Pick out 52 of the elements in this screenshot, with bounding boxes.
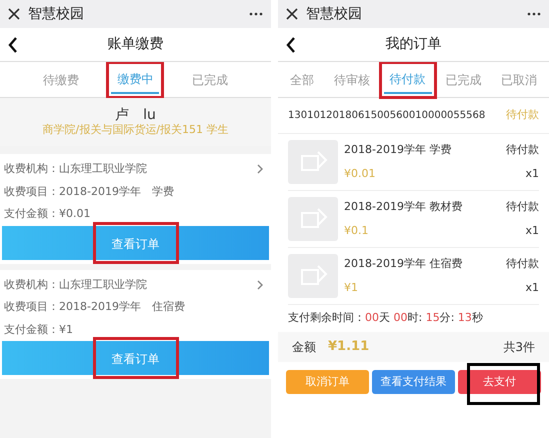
close-icon[interactable] (8, 8, 20, 20)
back-icon[interactable] (286, 36, 296, 52)
tab[interactable]: 待缴费 (37, 66, 86, 94)
institution-text: 收费机构：山东理工职业学院 (3, 161, 148, 177)
item-price: ¥1 (344, 280, 358, 296)
item-status: 待付款 (506, 198, 539, 214)
item-count: 共3件 (503, 339, 535, 356)
order-number: 1301012018061500560010000055568 (288, 109, 486, 123)
item-quantity: x1 (525, 166, 539, 182)
tab[interactable]: 待审核 (328, 66, 376, 94)
button-label: 查看订单 (112, 352, 160, 366)
student-name: 卢 lu (115, 107, 156, 123)
more-icon[interactable] (249, 12, 263, 16)
page-title: 我的订单 (386, 35, 442, 54)
total-amount: ¥1.11 (328, 338, 370, 356)
amount-label: 金额 (292, 339, 316, 356)
student-info: 商学院/报关与国际货运/报关151 学生 (42, 123, 228, 137)
chevron-right-icon[interactable] (257, 164, 263, 174)
button-label: 查看订单 (112, 236, 160, 250)
countdown-label: 支付剩余时间： (288, 310, 365, 326)
tab[interactable]: 已完成 (439, 66, 488, 94)
tab[interactable]: 已取消 (495, 66, 543, 94)
item-name: 2018-2019学年 住宿费 (344, 256, 462, 272)
item-quantity: x1 (525, 280, 539, 296)
item-name: 2018-2019学年 教材费 (344, 198, 462, 214)
amount-text: 支付金额：¥0.01 (3, 206, 92, 222)
pay-button[interactable]: 去支付 (458, 370, 541, 394)
item-price: ¥0.01 (344, 166, 376, 182)
tab[interactable]: 全部 (284, 66, 320, 94)
back-icon[interactable] (8, 36, 18, 52)
item-price: ¥0.1 (344, 223, 368, 239)
order-status: 待付款 (506, 107, 539, 124)
tab[interactable]: 待付款 (384, 66, 432, 94)
app-title: 智慧校园 (28, 4, 85, 24)
item-quantity: x1 (525, 223, 539, 239)
countdown-text: 00天 00时: 15分: 13秒 (365, 310, 483, 326)
item-status: 待付款 (506, 142, 539, 158)
page-title: 账单缴费 (108, 35, 164, 54)
app-title: 智慧校园 (306, 4, 363, 24)
item-text: 收费项目：2018-2019学年 学费 (3, 184, 175, 200)
chevron-right-icon[interactable] (257, 280, 263, 290)
institution-text: 收费机构：山东理工职业学院 (3, 276, 148, 292)
tab[interactable]: 缴费中 (111, 66, 160, 94)
item-text: 收费项目：2018-2019学年 住宿费 (3, 299, 186, 315)
view-result-button[interactable]: 查看支付结果 (372, 370, 455, 394)
close-icon[interactable] (286, 8, 298, 20)
cancel-order-button[interactable]: 取消订单 (286, 370, 369, 394)
item-status: 待付款 (506, 256, 539, 272)
item-name: 2018-2019学年 学费 (344, 142, 452, 158)
amount-text: 支付金额：¥1 (3, 322, 74, 338)
more-icon[interactable] (527, 12, 541, 16)
tab[interactable]: 已完成 (186, 66, 234, 94)
